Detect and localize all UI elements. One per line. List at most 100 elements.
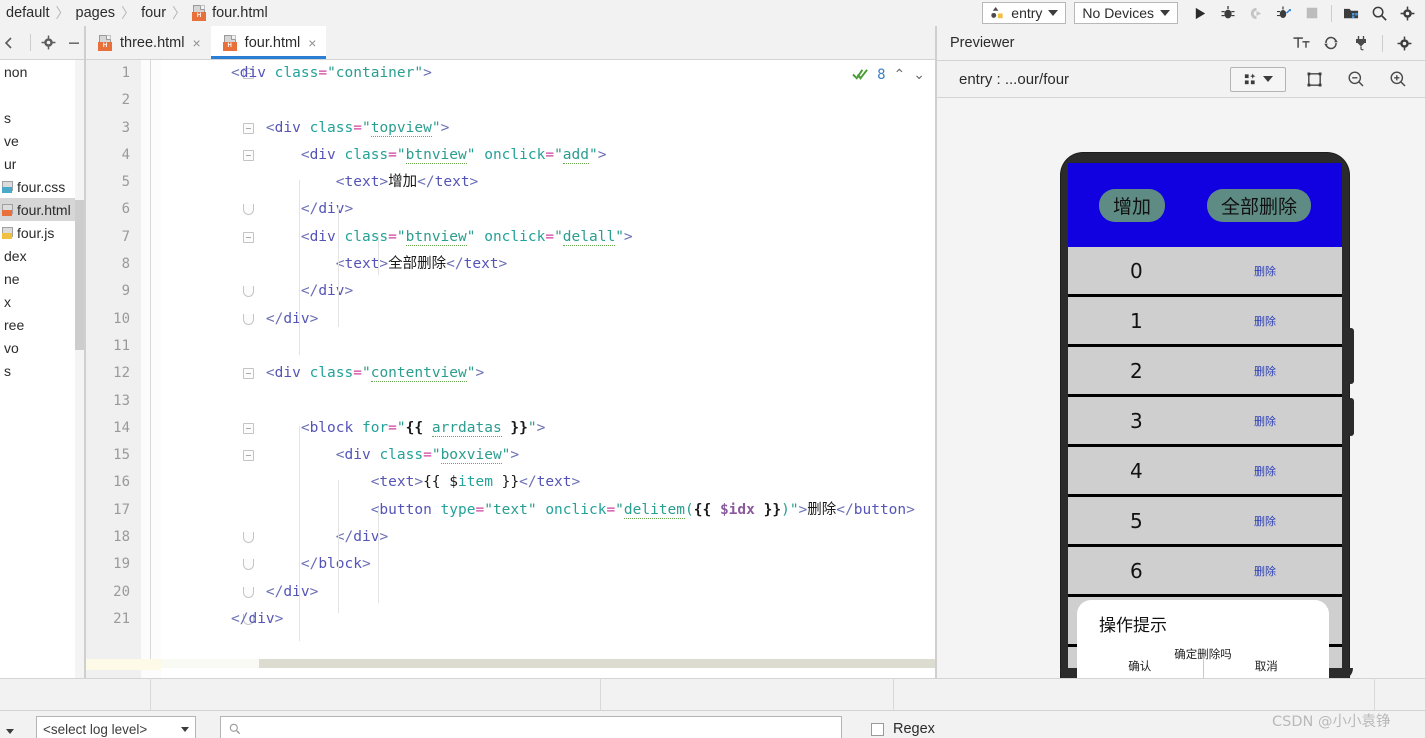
inspection-widget[interactable]: 8 ⌃ ⌄ — [852, 66, 925, 83]
breadcrumb-item-file[interactable]: H four.html — [188, 5, 272, 21]
code-line: 10 </div> — [86, 306, 935, 333]
code-line: 12 <div class="contentview"> — [86, 360, 935, 387]
line-number: 12 — [113, 365, 130, 382]
inspection-next-button[interactable]: ⌄ — [913, 66, 925, 83]
hide-panel-button[interactable] — [62, 31, 84, 55]
close-icon[interactable]: × — [307, 36, 317, 50]
app-list-item-delete-button[interactable]: 删除 — [1254, 413, 1276, 429]
close-icon[interactable]: × — [191, 36, 201, 50]
app-list-item-delete-button[interactable]: 删除 — [1254, 363, 1276, 379]
breadcrumb-item-pages[interactable]: pages — [72, 5, 120, 21]
collapse-all-button[interactable] — [0, 31, 23, 55]
line-number: 19 — [113, 556, 130, 573]
font-size-icon — [1292, 37, 1310, 48]
debug-button[interactable] — [1214, 1, 1242, 25]
attach-debug-button[interactable] — [1242, 1, 1270, 25]
dialog-confirm-button[interactable]: 确认 — [1077, 658, 1203, 678]
bottom-tab-divider — [150, 678, 151, 710]
inspection-prev-button[interactable]: ⌃ — [894, 66, 906, 83]
breadcrumb-item-four[interactable]: four — [137, 5, 170, 21]
editor-tabstrip: Hthree.html × Hfour.html × — [86, 26, 935, 59]
app-list-item: 6 删除 — [1068, 547, 1342, 597]
app-list-item-value: 2 — [1130, 358, 1143, 383]
file-tree-scrollbar[interactable] — [75, 60, 84, 678]
log-search-input[interactable] — [220, 716, 842, 738]
entry-config-label: entry — [1011, 5, 1043, 21]
regex-label: Regex — [893, 721, 935, 737]
app-action-button[interactable]: 全部删除 — [1206, 188, 1311, 222]
previewer-settings-button[interactable] — [1390, 31, 1418, 55]
line-number: 11 — [113, 337, 130, 354]
entry-config-selector[interactable]: entry — [982, 2, 1067, 24]
app-list-item-value: 3 — [1130, 408, 1143, 433]
code-text: </div> — [231, 610, 284, 627]
file-tree-item[interactable] — [0, 83, 84, 106]
file-tree-item[interactable]: ne — [0, 267, 84, 290]
app-list-item-delete-button[interactable]: 删除 — [1254, 463, 1276, 479]
app-list-item-delete-button[interactable]: 删除 — [1254, 563, 1276, 579]
file-tree-item[interactable]: ve — [0, 129, 84, 152]
file-tree-item[interactable]: four.css — [0, 175, 84, 198]
indent-guide — [299, 180, 300, 355]
log-level-select[interactable]: <select log level> — [36, 716, 196, 738]
file-tree-item[interactable]: vo — [0, 336, 84, 359]
editor-tab[interactable]: Hfour.html × — [210, 26, 327, 59]
zoom-out-icon — [1348, 71, 1364, 87]
code-text: </div> — [300, 201, 354, 218]
file-tree-item[interactable]: s — [0, 106, 84, 129]
file-tree-item[interactable]: dex — [0, 244, 84, 267]
code-lines: 1 <div class="container"> 2 3 <div class="t… — [86, 60, 935, 633]
file-tree-item[interactable]: four.html — [0, 198, 84, 221]
code-line: 6 </div> — [86, 196, 935, 223]
editor-tab[interactable]: Hthree.html × — [86, 26, 211, 59]
settings-button[interactable] — [1393, 1, 1421, 25]
file-tree-item-label: non — [4, 63, 28, 80]
line-number: 6 — [121, 201, 130, 218]
breadcrumb-item-default[interactable]: default — [2, 5, 54, 21]
file-tree-item-label: s — [4, 362, 11, 379]
stop-button[interactable] — [1298, 1, 1326, 25]
crop-button[interactable] — [1300, 67, 1328, 91]
profiler-button[interactable] — [1270, 1, 1298, 25]
log-scope-dropdown[interactable] — [6, 722, 14, 737]
code-area[interactable]: 1 <div class="container"> 2 3 <div class="t… — [86, 60, 935, 678]
editor-tab-label: three.html — [120, 34, 185, 51]
search-button[interactable] — [1365, 1, 1393, 25]
font-size-button[interactable] — [1287, 31, 1315, 55]
app-list-item-delete-button[interactable]: 删除 — [1254, 313, 1276, 329]
stop-icon — [1306, 7, 1318, 19]
code-line: 19 </block> — [86, 551, 935, 578]
refresh-button[interactable] — [1317, 31, 1345, 55]
line-number: 1 — [121, 65, 130, 81]
app-list-item-delete-button[interactable]: 删除 — [1254, 513, 1276, 529]
editor-hscroll-thumb[interactable] — [259, 659, 935, 668]
file-tree-item[interactable]: x — [0, 290, 84, 313]
html-file-icon: H — [222, 34, 238, 51]
file-tree-item[interactable]: non — [0, 60, 84, 83]
dialog-cancel-button[interactable]: 取消 — [1202, 658, 1330, 678]
file-tree-item[interactable]: s — [0, 359, 84, 382]
breadcrumb-separator: 〉 — [55, 5, 70, 21]
zoom-in-button[interactable] — [1384, 67, 1412, 91]
html-file-icon: H — [98, 34, 113, 51]
device-selector[interactable]: No Devices — [1074, 2, 1178, 24]
file-tree-item-label: four.css — [17, 178, 66, 195]
app-list-item-delete-button[interactable]: 删除 — [1254, 263, 1276, 279]
file-tree-item[interactable]: four.js — [0, 221, 84, 244]
modified-band — [86, 659, 161, 670]
run-button[interactable] — [1186, 1, 1214, 25]
file-tree-scroll-thumb[interactable] — [75, 200, 84, 350]
breadcrumb-separator: 〉 — [121, 5, 136, 21]
project-settings-button[interactable] — [38, 31, 61, 55]
device-manager-button[interactable] — [1337, 1, 1365, 25]
app-topview: 增加 全部删除 — [1068, 163, 1342, 247]
bottom-tab-divider — [893, 678, 894, 710]
app-action-button[interactable]: 增加 — [1098, 188, 1165, 222]
file-tree-item[interactable]: ree — [0, 313, 84, 336]
device-power-button — [1347, 398, 1354, 436]
zoom-out-button[interactable] — [1342, 67, 1370, 91]
layout-selector[interactable] — [1230, 66, 1286, 92]
regex-checkbox[interactable] — [871, 722, 884, 736]
plug-button[interactable] — [1347, 31, 1375, 55]
file-tree-item[interactable]: ur — [0, 152, 84, 175]
